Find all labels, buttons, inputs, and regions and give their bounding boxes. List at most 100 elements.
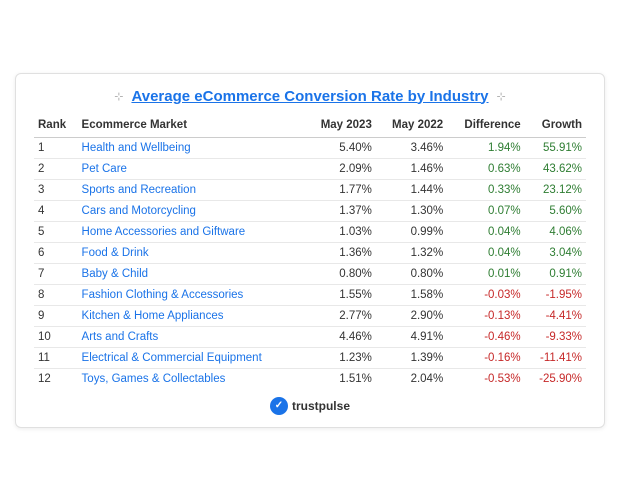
cell-market[interactable]: Home Accessories and Giftware: [78, 221, 305, 242]
cell-may2022: 0.80%: [376, 263, 447, 284]
cell-diff: 1.94%: [447, 137, 524, 158]
cell-diff: -0.46%: [447, 326, 524, 347]
cell-market[interactable]: Cars and Motorcycling: [78, 200, 305, 221]
brand-name: trustpulse: [292, 399, 350, 413]
cell-may2023: 1.36%: [305, 242, 376, 263]
cell-growth: 5.60%: [525, 200, 586, 221]
cell-market[interactable]: Food & Drink: [78, 242, 305, 263]
cell-growth: 55.91%: [525, 137, 586, 158]
cell-market[interactable]: Baby & Child: [78, 263, 305, 284]
header-row: Rank Ecommerce Market May 2023 May 2022 …: [34, 115, 586, 138]
cell-rank: 3: [34, 179, 78, 200]
table-row: 10Arts and Crafts4.46%4.91%-0.46%-9.33%: [34, 326, 586, 347]
table-row: 9Kitchen & Home Appliances2.77%2.90%-0.1…: [34, 305, 586, 326]
cell-market[interactable]: Pet Care: [78, 158, 305, 179]
cell-market[interactable]: Health and Wellbeing: [78, 137, 305, 158]
cell-growth: -1.95%: [525, 284, 586, 305]
cell-diff: 0.33%: [447, 179, 524, 200]
cell-growth: -25.90%: [525, 368, 586, 389]
cell-may2022: 3.46%: [376, 137, 447, 158]
deco-left: ⊹: [114, 90, 123, 103]
cell-diff: -0.13%: [447, 305, 524, 326]
cell-growth: 3.04%: [525, 242, 586, 263]
col-may2023: May 2023: [305, 115, 376, 138]
cell-may2022: 1.44%: [376, 179, 447, 200]
cell-rank: 7: [34, 263, 78, 284]
trustpulse-icon: ✓: [270, 397, 288, 415]
col-may2022: May 2022: [376, 115, 447, 138]
cell-may2022: 2.90%: [376, 305, 447, 326]
table-row: 6Food & Drink1.36%1.32%0.04%3.04%: [34, 242, 586, 263]
table-row: 2Pet Care2.09%1.46%0.63%43.62%: [34, 158, 586, 179]
cell-market[interactable]: Toys, Games & Collectables: [78, 368, 305, 389]
cell-growth: -4.41%: [525, 305, 586, 326]
cell-market[interactable]: Arts and Crafts: [78, 326, 305, 347]
footer: ✓ trustpulse: [34, 397, 586, 415]
cell-may2023: 1.23%: [305, 347, 376, 368]
cell-market[interactable]: Sports and Recreation: [78, 179, 305, 200]
cell-may2022: 1.46%: [376, 158, 447, 179]
cell-may2023: 1.77%: [305, 179, 376, 200]
cell-may2022: 1.32%: [376, 242, 447, 263]
cell-may2022: 1.58%: [376, 284, 447, 305]
cell-rank: 8: [34, 284, 78, 305]
col-market: Ecommerce Market: [78, 115, 305, 138]
cell-growth: 43.62%: [525, 158, 586, 179]
cell-diff: -0.16%: [447, 347, 524, 368]
cell-rank: 10: [34, 326, 78, 347]
cell-diff: -0.03%: [447, 284, 524, 305]
table-row: 7Baby & Child0.80%0.80%0.01%0.91%: [34, 263, 586, 284]
table-body: 1Health and Wellbeing5.40%3.46%1.94%55.9…: [34, 137, 586, 389]
cell-rank: 2: [34, 158, 78, 179]
cell-rank: 9: [34, 305, 78, 326]
cell-rank: 5: [34, 221, 78, 242]
cell-market[interactable]: Electrical & Commercial Equipment: [78, 347, 305, 368]
cell-may2023: 4.46%: [305, 326, 376, 347]
page-title: Average eCommerce Conversion Rate by Ind…: [131, 88, 488, 105]
cell-may2022: 1.30%: [376, 200, 447, 221]
table-row: 8Fashion Clothing & Accessories1.55%1.58…: [34, 284, 586, 305]
cell-market[interactable]: Kitchen & Home Appliances: [78, 305, 305, 326]
cell-may2023: 1.51%: [305, 368, 376, 389]
cell-may2023: 2.09%: [305, 158, 376, 179]
col-diff: Difference: [447, 115, 524, 138]
cell-may2023: 1.37%: [305, 200, 376, 221]
cell-may2023: 0.80%: [305, 263, 376, 284]
cell-diff: 0.01%: [447, 263, 524, 284]
conversion-table: Rank Ecommerce Market May 2023 May 2022 …: [34, 115, 586, 389]
table-header: Rank Ecommerce Market May 2023 May 2022 …: [34, 115, 586, 138]
cell-may2023: 1.55%: [305, 284, 376, 305]
cell-growth: -9.33%: [525, 326, 586, 347]
table-row: 5Home Accessories and Giftware1.03%0.99%…: [34, 221, 586, 242]
col-growth: Growth: [525, 115, 586, 138]
table-row: 1Health and Wellbeing5.40%3.46%1.94%55.9…: [34, 137, 586, 158]
cell-rank: 11: [34, 347, 78, 368]
table-row: 12Toys, Games & Collectables1.51%2.04%-0…: [34, 368, 586, 389]
cell-may2022: 1.39%: [376, 347, 447, 368]
cell-may2023: 1.03%: [305, 221, 376, 242]
cell-rank: 4: [34, 200, 78, 221]
table-row: 11Electrical & Commercial Equipment1.23%…: [34, 347, 586, 368]
table-row: 4Cars and Motorcycling1.37%1.30%0.07%5.6…: [34, 200, 586, 221]
cell-may2022: 0.99%: [376, 221, 447, 242]
cell-diff: 0.07%: [447, 200, 524, 221]
cell-rank: 6: [34, 242, 78, 263]
cell-diff: 0.04%: [447, 242, 524, 263]
title-row: ⊹ Average eCommerce Conversion Rate by I…: [34, 88, 586, 105]
col-rank: Rank: [34, 115, 78, 138]
cell-diff: -0.53%: [447, 368, 524, 389]
main-card: ⊹ Average eCommerce Conversion Rate by I…: [15, 73, 605, 428]
cell-growth: -11.41%: [525, 347, 586, 368]
cell-may2022: 2.04%: [376, 368, 447, 389]
cell-diff: 0.04%: [447, 221, 524, 242]
cell-rank: 1: [34, 137, 78, 158]
cell-may2022: 4.91%: [376, 326, 447, 347]
deco-right: ⊹: [497, 90, 506, 103]
cell-may2023: 2.77%: [305, 305, 376, 326]
cell-rank: 12: [34, 368, 78, 389]
cell-diff: 0.63%: [447, 158, 524, 179]
cell-growth: 23.12%: [525, 179, 586, 200]
cell-market[interactable]: Fashion Clothing & Accessories: [78, 284, 305, 305]
cell-may2023: 5.40%: [305, 137, 376, 158]
table-row: 3Sports and Recreation1.77%1.44%0.33%23.…: [34, 179, 586, 200]
